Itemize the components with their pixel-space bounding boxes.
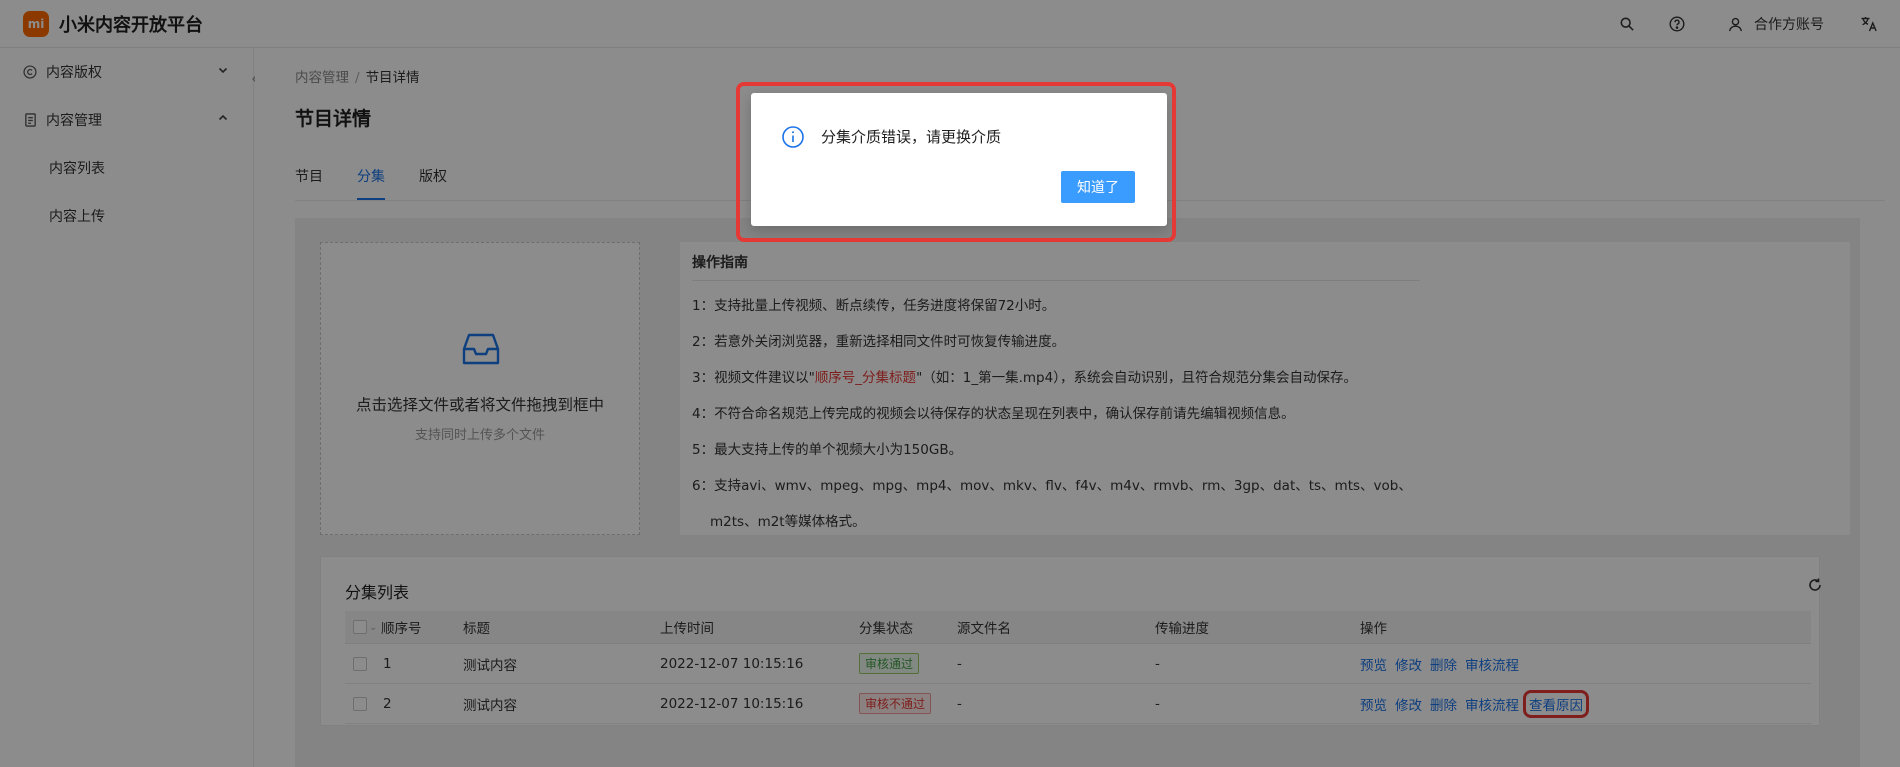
dialog-highlight-frame xyxy=(736,82,1176,242)
